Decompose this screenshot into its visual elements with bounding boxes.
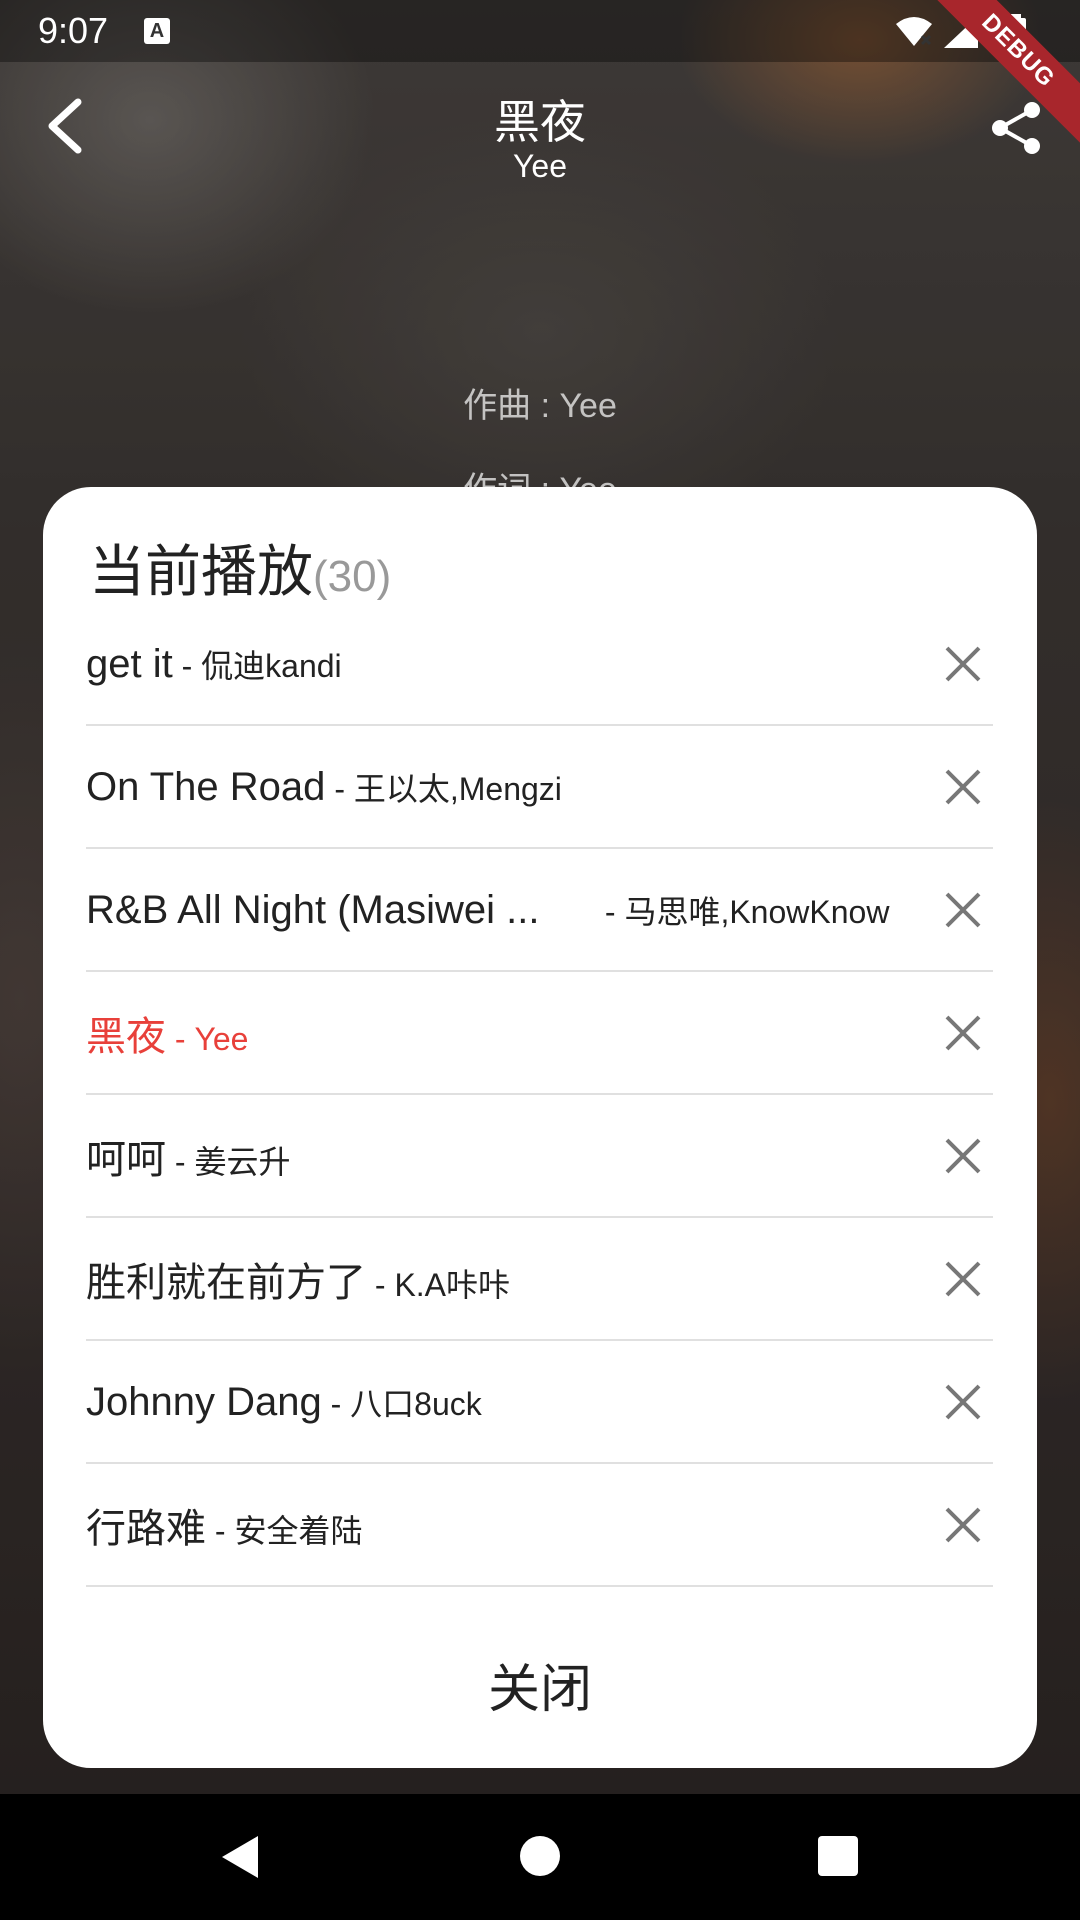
- song-name: On The Road: [86, 764, 326, 809]
- song-artist: - 马思唯,KnowKnow: [596, 893, 890, 930]
- playlist-sheet: 当前播放(30) get it - 侃迪kandi On The Road - …: [43, 487, 1037, 1768]
- list-item[interactable]: Johnny Dang - 八口8uck: [86, 1341, 993, 1464]
- list-item[interactable]: 行路难 - 安全着陆: [86, 1464, 993, 1587]
- share-icon[interactable]: [988, 100, 1044, 156]
- wifi-icon: [896, 17, 932, 46]
- remove-icon[interactable]: [933, 1003, 993, 1063]
- list-item[interactable]: 呵呵 - 姜云升: [86, 1095, 993, 1218]
- keyboard-indicator-icon: A: [144, 18, 170, 44]
- song-name: 胜利就在前方了: [86, 1260, 366, 1305]
- song-artist: - 王以太,Mengzi: [325, 770, 562, 807]
- song-artist: - K.A咔咔: [366, 1266, 511, 1303]
- song-artist: Yee: [513, 148, 567, 184]
- playlist-title: 当前播放(30): [89, 527, 391, 608]
- list-item[interactable]: get it - 侃迪kandi: [86, 603, 993, 726]
- status-bar: 9:07 A: [0, 0, 1080, 62]
- list-item-playing[interactable]: 黑夜 - Yee: [86, 972, 993, 1095]
- remove-icon[interactable]: [933, 880, 993, 940]
- list-item[interactable]: 胜利就在前方了 - K.A咔咔: [86, 1218, 993, 1341]
- song-artist: - 侃迪kandi: [172, 647, 342, 684]
- close-button[interactable]: 关闭: [43, 1647, 1037, 1722]
- remove-icon[interactable]: [933, 1126, 993, 1186]
- nav-recents-icon[interactable]: [818, 1836, 858, 1876]
- remove-icon[interactable]: [933, 1372, 993, 1432]
- list-item[interactable]: R&B All Night (Masiwei ... - 马思唯,KnowKno…: [86, 849, 993, 972]
- song-name: 呵呵: [86, 1137, 166, 1182]
- playlist-title-text: 当前播放: [89, 540, 313, 603]
- remove-icon[interactable]: [933, 634, 993, 694]
- remove-icon[interactable]: [933, 757, 993, 817]
- song-artist: - 八口8uck: [321, 1385, 482, 1422]
- playlist-list: get it - 侃迪kandi On The Road - 王以太,Mengz…: [86, 603, 993, 1587]
- song-artist: - Yee: [166, 1020, 249, 1057]
- song-name: Johnny Dang: [86, 1379, 322, 1424]
- remove-icon[interactable]: [933, 1495, 993, 1555]
- nav-home-icon[interactable]: [520, 1836, 560, 1876]
- song-name: 行路难: [86, 1506, 206, 1551]
- song-artist: - 安全着陆: [206, 1512, 363, 1549]
- lyric-line: 作曲 : Yee: [463, 387, 617, 425]
- playlist-count: (30): [313, 552, 392, 601]
- song-artist: - 姜云升: [166, 1143, 291, 1180]
- song-name: get it: [86, 641, 173, 686]
- status-time: 9:07: [38, 10, 109, 51]
- song-title: 黑夜: [494, 96, 586, 148]
- remove-icon[interactable]: [933, 1249, 993, 1309]
- song-name: 黑夜: [86, 1014, 166, 1059]
- nav-back-icon[interactable]: [218, 1832, 262, 1882]
- list-item[interactable]: On The Road - 王以太,Mengzi: [86, 726, 993, 849]
- system-nav-bar: [0, 1794, 1080, 1920]
- song-name: R&B All Night (Masiwei ...: [86, 887, 540, 932]
